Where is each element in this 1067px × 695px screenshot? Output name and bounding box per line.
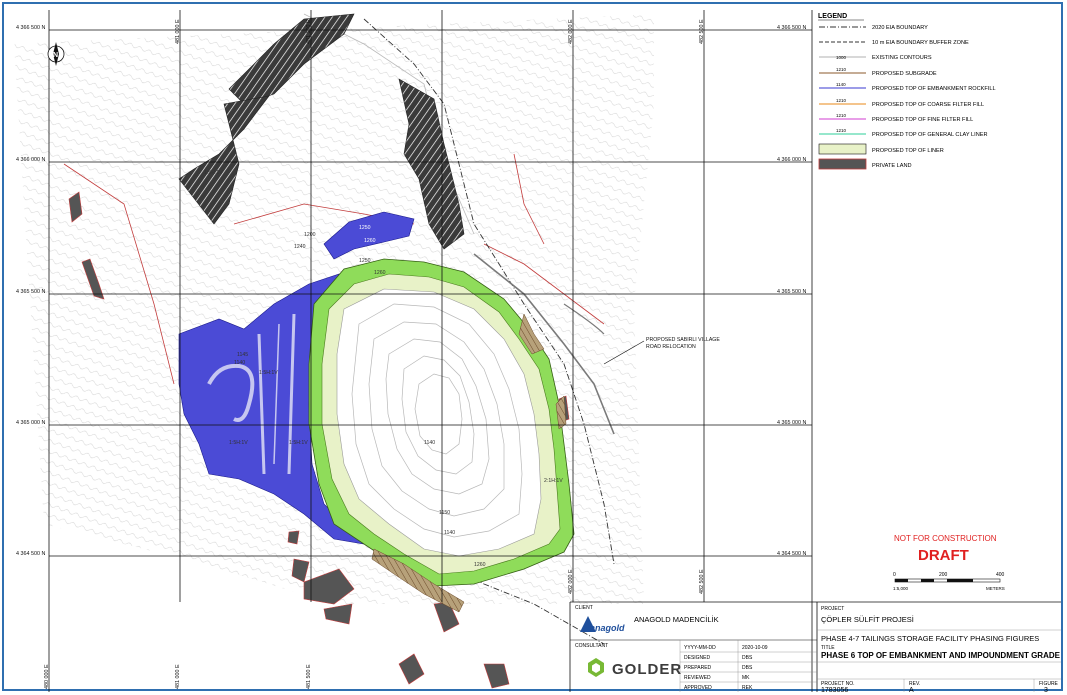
easting-label-bottom: 482 500 E [699, 569, 705, 594]
legend-label: PROPOSED TOP OF EMBANKMENT ROCKFILL [872, 86, 996, 92]
legend-label: 10 m EIA BOUNDARY BUFFER ZONE [872, 40, 969, 46]
project-phase: PHASE 4-7 TAILINGS STORAGE FACILITY PHAS… [821, 634, 1039, 643]
drawing-title: PHASE 6 TOP OF EMBANKMENT AND IMPOUNDMEN… [821, 651, 1061, 660]
northing-label: 4 366 000 N [16, 157, 45, 163]
northing-label: 4 366 500 N [16, 25, 45, 31]
drawing-sheet: 1140 1145 1200 1240 1250 1260 1250 1260 … [12, 10, 1061, 693]
field-label: APPROVED [684, 685, 712, 691]
svg-text:1140: 1140 [444, 530, 455, 536]
legend-label: PROPOSED SUBGRADE [872, 71, 937, 77]
svg-text:1140: 1140 [424, 440, 435, 446]
road-annotation-line2: ROAD RELOCATION [646, 344, 696, 350]
svg-text:1260: 1260 [374, 270, 386, 276]
drawing-frame: 1140 1145 1200 1240 1250 1260 1250 1260 … [2, 2, 1063, 693]
legend-sample-label: 1210 [836, 67, 847, 72]
legend-sample-label: 1140 [836, 82, 846, 87]
field-label: DESIGNED [684, 655, 711, 661]
legend-sample-label: 1210 [836, 98, 847, 103]
field-value: DBS [742, 665, 753, 671]
anagold-logo-text: anagold [590, 623, 625, 633]
golder-logo-text: GOLDER [612, 661, 682, 678]
field-value: MK [742, 675, 750, 681]
easting-label: 481 500 E [306, 19, 312, 44]
northing-label: 4 365 000 N [16, 420, 45, 426]
client-name: ANAGOLD MADENCİLİK [634, 615, 719, 624]
field-label: PREPARED [684, 665, 712, 671]
svg-text:1260: 1260 [474, 562, 486, 568]
legend-panel: LEGEND 2020 EIA BOUNDARY 10 m EIA BOUNDA… [811, 10, 1061, 692]
svg-text:1150: 1150 [439, 510, 450, 516]
svg-text:1:5H:1V: 1:5H:1V [289, 440, 308, 446]
road-annotation-line1: PROPOSED SABIRLI VILLAGE [646, 337, 720, 343]
svg-text:1:5H:1V: 1:5H:1V [204, 170, 223, 176]
consultant-label: CONSULTANT [575, 643, 608, 649]
svg-text:2:1H:1V: 2:1H:1V [544, 478, 563, 484]
legend-label: 2020 EIA BOUNDARY [872, 25, 928, 31]
legend-sample-label: 1210 [836, 113, 847, 118]
scale-tick-label: 0 [893, 572, 896, 578]
northing-label-right: 4 364 500 N [777, 551, 806, 557]
legend-title: LEGEND [818, 13, 847, 20]
north-label: N [53, 52, 58, 59]
northing-label-right: 4 365 500 N [777, 289, 806, 295]
legend-label: PROPOSED TOP OF FINE FILTER FILL [872, 117, 973, 123]
easting-label: 482 500 E [699, 19, 705, 44]
easting-label: 481 000 E [175, 19, 181, 44]
svg-text:1250: 1250 [359, 258, 371, 264]
svg-text:1250: 1250 [359, 225, 371, 231]
svg-text:1200: 1200 [304, 232, 316, 238]
field-label: YYYY-MM-DD [684, 645, 716, 651]
scale-tick-label: 200 [939, 572, 948, 578]
northing-label: 4 365 500 N [16, 289, 45, 295]
legend-sample-label: 1210 [836, 128, 847, 133]
svg-text:1:5H:1V: 1:5H:1V [229, 440, 248, 446]
field-value: 2020-10-09 [742, 645, 768, 651]
figure-number: 3 [1044, 687, 1048, 693]
svg-text:1260: 1260 [364, 238, 376, 244]
legend-label: PROPOSED TOP OF LINER [872, 148, 944, 154]
svg-text:1145: 1145 [237, 352, 248, 358]
scale-unit: METERS [986, 586, 1005, 591]
field-label: REVIEWED [684, 675, 711, 681]
legend-sample-label: 1000 [836, 55, 847, 60]
figure-label: FIGURE [1039, 681, 1059, 687]
easting-label-bottom: 482 000 E [568, 569, 574, 594]
project-label: PROJECT [821, 606, 844, 612]
easting-label-bottom: 481 000 E [175, 664, 181, 689]
northing-label-right: 4 366 000 N [777, 157, 806, 163]
project-no: 1783056 [821, 687, 848, 693]
svg-text:1140: 1140 [234, 360, 245, 366]
golder-logo: GOLDER [588, 658, 682, 678]
project-name: ÇÖPLER SÜLFİT PROJESİ [821, 615, 914, 624]
title-block: CLIENT anagold ANAGOLD MADENCİLİK CONSUL… [569, 601, 1061, 693]
scale-ratio: 1:5,000 [893, 586, 909, 591]
northing-label-right: 4 366 500 N [777, 25, 806, 31]
legend-label: PRIVATE LAND [872, 163, 912, 169]
easting-label: 482 000 E [568, 19, 574, 44]
legend-label: PROPOSED TOP OF COARSE FILTER FILL [872, 102, 984, 108]
scale-tick-label: 400 [996, 572, 1005, 578]
client-label: CLIENT [575, 605, 593, 611]
northing-label-right: 4 365 000 N [777, 420, 806, 426]
draft-stamp: DRAFT [918, 547, 969, 564]
not-for-construction-label: NOT FOR CONSTRUCTION [894, 534, 997, 543]
anagold-logo: anagold [580, 616, 625, 633]
legend-label: PROPOSED TOP OF GENERAL CLAY LINER [872, 132, 988, 138]
svg-text:1:5H:1V: 1:5H:1V [259, 370, 278, 376]
field-value: REK [742, 685, 753, 691]
svg-text:1240: 1240 [294, 244, 306, 250]
field-value: DBS [742, 655, 753, 661]
northing-label: 4 364 500 N [16, 551, 45, 557]
easting-label-bottom: 480 000 E [44, 664, 50, 689]
rev-value: A [909, 687, 914, 693]
easting-label-bottom: 481 500 E [306, 664, 312, 689]
legend-label: EXISTING CONTOURS [872, 55, 932, 61]
